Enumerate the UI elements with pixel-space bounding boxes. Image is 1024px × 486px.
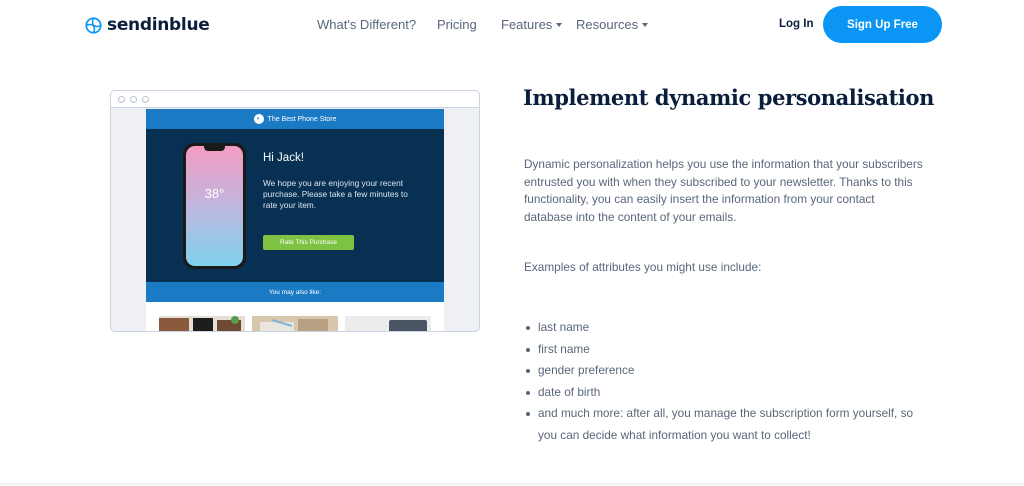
list-item: gender preference — [524, 360, 924, 382]
email-template-preview: ◐ The Best Phone Store 38° Hi Jack! We h… — [146, 109, 444, 331]
phone-screen: 38° — [186, 146, 243, 266]
attribute-list: last name first name gender preference d… — [524, 317, 924, 446]
smartphone-image: 38° — [183, 143, 246, 269]
list-item: first name — [524, 339, 924, 361]
main-section: ◐ The Best Phone Store 38° Hi Jack! We h… — [0, 49, 1024, 486]
sendinblue-logo[interactable]: sendinblue — [85, 15, 210, 35]
sendinblue-logo-icon — [85, 16, 102, 34]
logo-text: sendinblue — [107, 15, 210, 35]
section-heading: Implement dynamic personalisation — [523, 85, 934, 110]
email-message: We hope you are enjoying your recent pur… — [263, 178, 408, 210]
nav-link-resources[interactable]: Resources — [576, 17, 649, 32]
list-item: date of birth — [524, 382, 924, 404]
product-thumbnail-image — [345, 316, 431, 331]
store-logo-icon: ◐ — [253, 114, 264, 124]
nav-link-whats-different[interactable]: What's Different? — [317, 17, 416, 32]
phone-notch — [204, 146, 225, 151]
phone-temperature: 38° — [204, 186, 225, 201]
also-like-bar: You may also like: — [146, 282, 444, 302]
list-item: and much more: after all, you manage the… — [524, 403, 924, 446]
rate-purchase-button: Rate This Purchase — [263, 235, 354, 250]
nav-link-resources-label: Resources — [576, 17, 639, 32]
top-navigation: sendinblue What's Different? Pricing Fea… — [0, 0, 1024, 49]
product-thumbnails — [159, 316, 431, 331]
email-hero: 38° Hi Jack! We hope you are enjoying yo… — [146, 129, 444, 282]
nav-link-features-label: Features — [501, 17, 553, 32]
nav-link-pricing[interactable]: Pricing — [437, 17, 477, 32]
browser-toolbar — [111, 91, 479, 108]
email-preview-browser-mockup: ◐ The Best Phone Store 38° Hi Jack! We h… — [110, 90, 480, 332]
product-thumbnail-image — [252, 316, 338, 331]
email-store-header: ◐ The Best Phone Store — [146, 109, 444, 129]
chevron-down-icon — [642, 23, 649, 27]
examples-intro: Examples of attributes you might use inc… — [524, 260, 762, 274]
section-description: Dynamic personalization helps you use th… — [524, 157, 923, 224]
chevron-down-icon — [556, 23, 563, 27]
list-item: last name — [524, 317, 924, 339]
store-name: The Best Phone Store — [267, 115, 337, 123]
login-link[interactable]: Log In — [779, 18, 814, 30]
signup-button[interactable]: Sign Up Free — [823, 6, 942, 43]
browser-dot-icon — [142, 96, 149, 103]
nav-link-features[interactable]: Features — [501, 17, 563, 32]
browser-dot-icon — [130, 96, 137, 103]
browser-dot-icon — [118, 96, 125, 103]
product-thumbnail-image — [159, 316, 245, 331]
email-greeting: Hi Jack! — [263, 152, 304, 164]
